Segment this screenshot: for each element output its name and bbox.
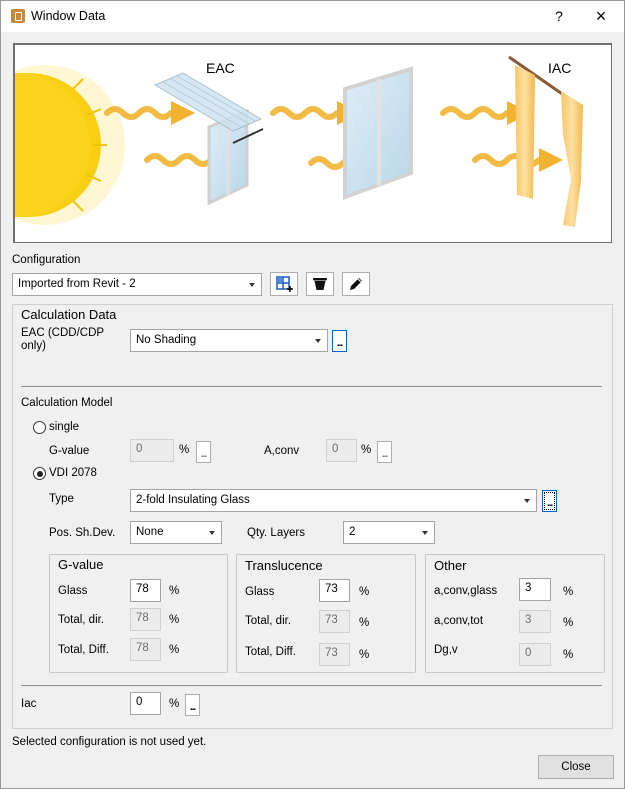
delete-configuration-button[interactable] — [306, 272, 334, 296]
add-configuration-button[interactable] — [270, 272, 298, 296]
sun-icon — [15, 65, 125, 225]
translucence-total-diff-input[interactable]: 73 — [319, 643, 350, 666]
translucence-glass-input[interactable]: 73 — [319, 579, 350, 602]
qty-layers-label: Qty. Layers — [247, 527, 305, 539]
add-grid-icon — [276, 276, 293, 292]
chevron-down-icon — [422, 531, 428, 535]
separator — [21, 386, 602, 387]
gvalue-group-title: G-value — [58, 557, 104, 572]
gvalue-more-button[interactable]: ... — [196, 441, 211, 463]
dgv-label: Dg,v — [434, 644, 458, 656]
pos-shading-device-select[interactable]: None — [130, 521, 222, 544]
translucence-total-dir-label: Total, dir. — [245, 615, 292, 627]
aconv-input[interactable]: 0 — [326, 439, 357, 462]
app-icon — [11, 9, 25, 23]
single-label: single — [49, 421, 80, 433]
window-data-dialog: Window Data ? × EAC IAC Configuration Im… — [0, 0, 625, 789]
aconv-glass-unit: % — [563, 586, 574, 598]
aconv-tot-label: a,conv,tot — [434, 615, 484, 627]
illustration-graphic — [15, 55, 583, 227]
pos-shading-device-value: None — [136, 526, 164, 538]
calculation-data-title: Calculation Data — [21, 307, 117, 322]
translucence-total-dir-unit: % — [359, 617, 370, 629]
gvalue-total-diff-input[interactable]: 78 — [130, 638, 161, 661]
eac-value: No Shading — [136, 334, 197, 346]
aconv-glass-input[interactable]: 3 — [519, 578, 551, 601]
aconv-tot-unit: % — [563, 617, 574, 629]
gvalue-total-dir-label: Total, dir. — [58, 614, 105, 626]
window-eac-illustration — [153, 72, 264, 206]
dgv-input[interactable]: 0 — [519, 643, 551, 666]
vdi2078-radio[interactable] — [33, 467, 46, 480]
type-select[interactable]: 2-fold Insulating Glass — [130, 489, 537, 512]
gvalue-total-diff-label: Total, Diff. — [58, 644, 109, 656]
vdi2078-label: VDI 2078 — [49, 467, 97, 479]
eac-field-label: EAC (CDD/CDP only) — [21, 327, 105, 352]
type-more-button[interactable]: ... — [542, 490, 557, 512]
trash-icon — [313, 278, 327, 290]
iac-more-button[interactable]: ... — [185, 694, 200, 716]
aconv-tot-input[interactable]: 3 — [519, 610, 551, 633]
gvalue-unit: % — [179, 444, 190, 456]
translucence-total-diff-unit: % — [359, 649, 370, 661]
gvalue-glass-input[interactable]: 78 — [130, 579, 161, 602]
edit-configuration-button[interactable] — [342, 272, 370, 296]
window-title: Window Data — [31, 9, 106, 23]
single-radio[interactable] — [33, 421, 46, 434]
configuration-value: Imported from Revit - 2 — [18, 278, 136, 290]
gvalue-glass-label: Glass — [58, 585, 88, 597]
separator — [21, 685, 602, 686]
help-button[interactable]: ? — [549, 6, 569, 26]
type-value: 2-fold Insulating Glass — [136, 494, 250, 506]
translucence-total-dir-input[interactable]: 73 — [319, 610, 350, 633]
translucence-glass-label: Glass — [245, 586, 275, 598]
iac-input[interactable]: 0 — [130, 692, 161, 715]
shading-illustration: EAC IAC — [13, 43, 612, 243]
calculation-model-title: Calculation Model — [21, 397, 113, 409]
eac-more-button[interactable]: ... — [332, 330, 347, 352]
qty-layers-select[interactable]: 2 — [343, 521, 435, 544]
pencil-icon — [350, 278, 362, 290]
iac-field-label: Iac — [21, 698, 37, 710]
gvalue-total-dir-input[interactable]: 78 — [130, 608, 161, 631]
gvalue-total-diff-unit: % — [169, 644, 180, 656]
chevron-down-icon — [315, 339, 321, 343]
gvalue-total-dir-unit: % — [169, 614, 180, 626]
aconv-label: A,conv — [264, 445, 300, 457]
aconv-unit: % — [361, 444, 372, 456]
gvalue-glass-unit: % — [169, 585, 180, 597]
window-plain-illustration — [343, 66, 413, 200]
aconv-more-button[interactable]: ... — [377, 441, 392, 463]
gvalue-input[interactable]: 0 — [130, 439, 174, 462]
eac-select[interactable]: No Shading — [130, 329, 328, 352]
status-text: Selected configuration is not used yet. — [12, 736, 207, 748]
dgv-unit: % — [563, 649, 574, 661]
translucence-glass-unit: % — [359, 586, 370, 598]
chevron-down-icon — [209, 531, 215, 535]
window-iac-illustration — [508, 55, 583, 227]
gvalue-label: G-value — [49, 445, 90, 457]
chevron-down-icon — [249, 283, 255, 287]
configuration-select[interactable]: Imported from Revit - 2 — [12, 273, 262, 296]
close-button[interactable]: Close — [538, 755, 614, 779]
iac-unit: % — [169, 698, 180, 710]
configuration-label: Configuration — [12, 254, 81, 266]
translucence-group-title: Translucence — [245, 558, 323, 573]
iac-label: IAC — [548, 60, 572, 76]
translucence-total-diff-label: Total, Diff. — [245, 646, 296, 658]
chevron-down-icon — [524, 499, 530, 503]
type-label: Type — [49, 493, 74, 505]
title-bar: Window Data ? × — [1, 1, 624, 32]
pos-shading-device-label: Pos. Sh.Dev. — [49, 527, 116, 539]
eac-label: EAC — [206, 60, 235, 76]
close-icon[interactable]: × — [589, 6, 613, 26]
other-group-title: Other — [434, 558, 467, 573]
qty-layers-value: 2 — [349, 526, 356, 538]
aconv-glass-label: a,conv,glass — [434, 585, 498, 597]
